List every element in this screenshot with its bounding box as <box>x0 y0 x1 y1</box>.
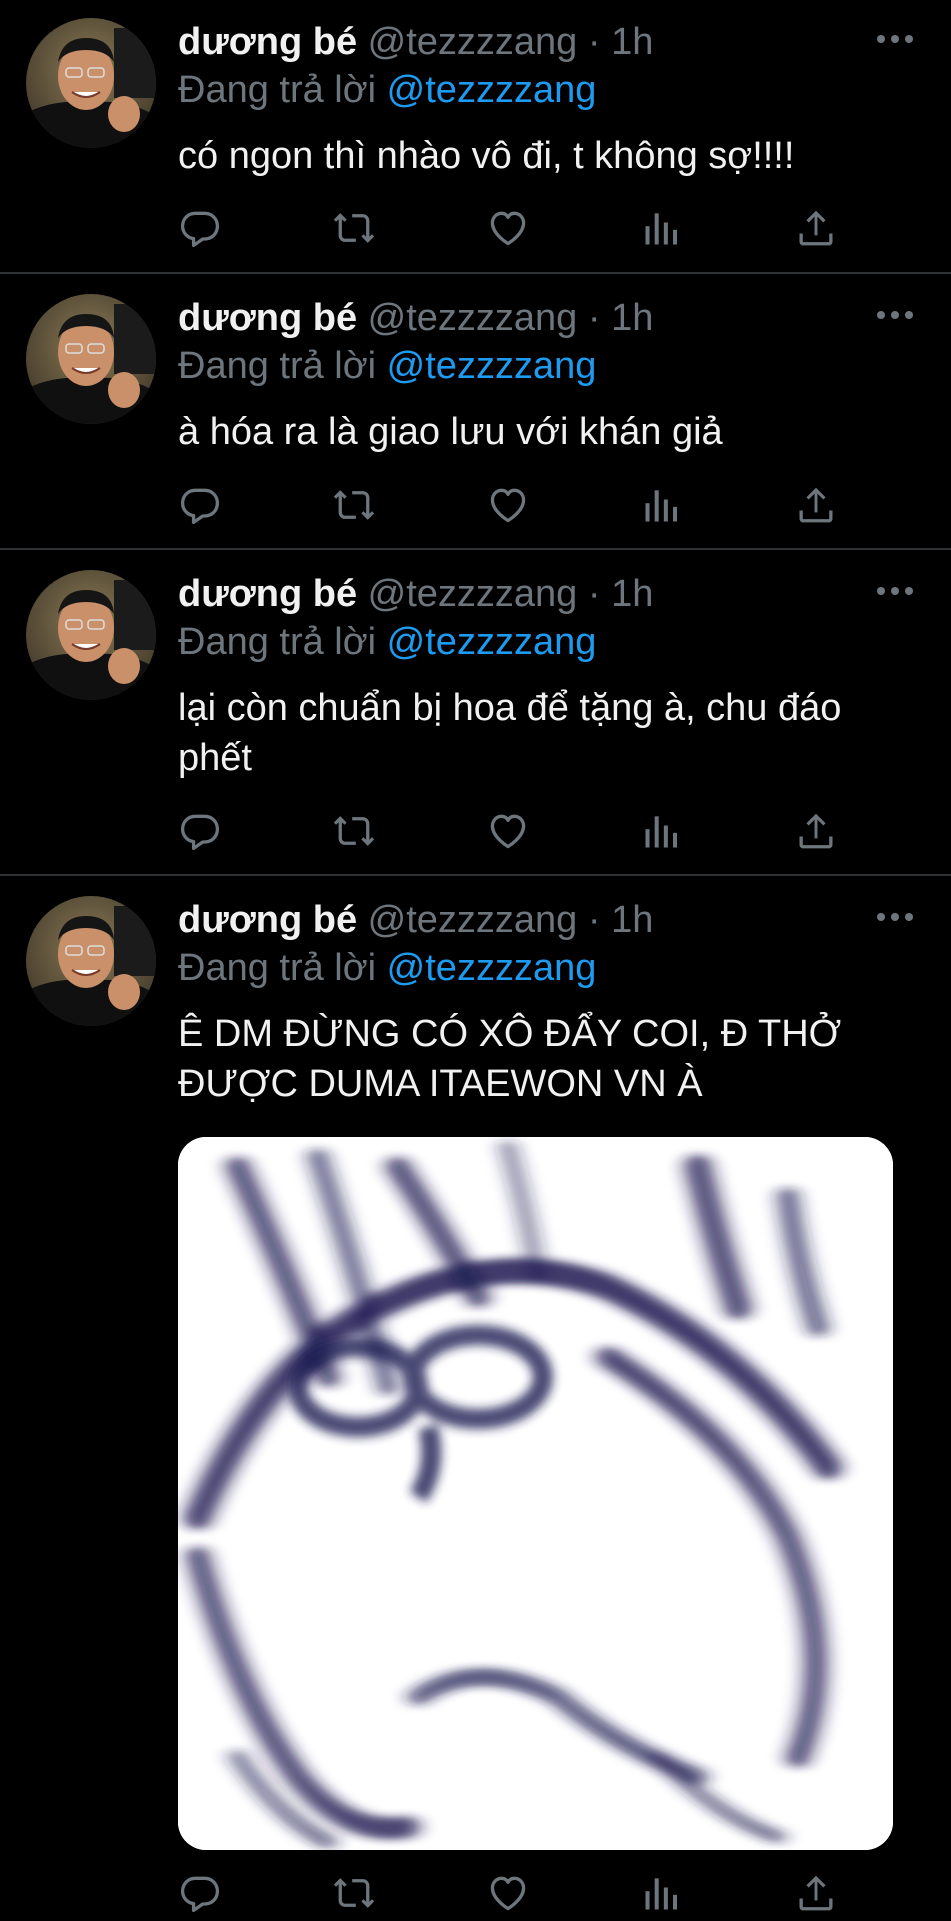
replying-label: Đang trả lời <box>178 345 387 387</box>
tweet-text-line: Ê DM ĐỪNG CÓ XÔ ĐẨY COI, Đ THỞ <box>178 1013 842 1055</box>
more-icon[interactable] <box>875 32 915 52</box>
display-name[interactable]: dương bé <box>178 297 357 339</box>
tweet[interactable]: dương bé @tezzzzang · 1h Đang trả lời @t… <box>0 876 951 1920</box>
replying-label: Đang trả lời <box>178 69 387 111</box>
tweet-text: có ngon thì nhào vô đi, t không sợ!!!! <box>178 135 795 177</box>
heart-icon[interactable] <box>486 1871 530 1915</box>
heart-icon[interactable] <box>486 809 530 853</box>
user-handle[interactable]: @tezzzzang <box>368 899 578 941</box>
replying-to: Đang trả lời @tezzzzang <box>178 342 596 390</box>
timestamp[interactable]: 1h <box>611 21 653 63</box>
more-icon[interactable] <box>875 910 915 930</box>
user-handle[interactable]: @tezzzzang <box>368 573 578 615</box>
avatar[interactable] <box>26 570 156 700</box>
retweet-icon[interactable] <box>332 206 376 250</box>
action-bar <box>178 1871 858 1921</box>
tweet-text-line: ĐƯỢC DUMA ITAEWON VN À <box>178 1063 703 1105</box>
tweet-header: dương bé @tezzzzang · 1h <box>178 294 653 342</box>
user-handle[interactable]: @tezzzzang <box>368 21 578 63</box>
analytics-icon[interactable] <box>640 809 684 853</box>
mention-link[interactable]: @tezzzzang <box>387 345 597 387</box>
mention-link[interactable]: @tezzzzang <box>387 621 597 663</box>
separator-dot: · <box>587 899 601 941</box>
avatar[interactable] <box>26 896 156 1026</box>
tweet-text: Ê DM ĐỪNG CÓ XÔ ĐẨY COI, Đ THỞ ĐƯỢC DUMA… <box>178 1009 928 1109</box>
retweet-icon[interactable] <box>332 809 376 853</box>
reply-icon[interactable] <box>178 809 222 853</box>
display-name[interactable]: dương bé <box>178 21 357 63</box>
share-icon[interactable] <box>794 206 838 250</box>
reply-icon[interactable] <box>178 206 222 250</box>
more-icon[interactable] <box>875 584 915 604</box>
analytics-icon[interactable] <box>640 483 684 527</box>
tweet[interactable]: dương bé @tezzzzang · 1h Đang trả lời @t… <box>0 274 951 550</box>
action-bar <box>178 483 858 533</box>
user-handle[interactable]: @tezzzzang <box>368 297 578 339</box>
avatar[interactable] <box>26 294 156 424</box>
display-name[interactable]: dương bé <box>178 573 357 615</box>
avatar[interactable] <box>26 18 156 148</box>
tweet[interactable]: dương bé @tezzzzang · 1h Đang trả lời @t… <box>0 550 951 876</box>
tweet-text-line: lại còn chuẩn bị hoa để tặng à, chu đáo <box>178 687 842 729</box>
mention-link[interactable]: @tezzzzang <box>387 69 597 111</box>
more-icon[interactable] <box>875 308 915 328</box>
replying-to: Đang trả lời @tezzzzang <box>178 618 596 666</box>
timestamp[interactable]: 1h <box>611 297 653 339</box>
heart-icon[interactable] <box>486 206 530 250</box>
replying-to: Đang trả lời @tezzzzang <box>178 66 596 114</box>
mention-link[interactable]: @tezzzzang <box>387 947 597 989</box>
separator-dot: · <box>587 297 601 339</box>
retweet-icon[interactable] <box>332 1871 376 1915</box>
share-icon[interactable] <box>794 483 838 527</box>
timestamp[interactable]: 1h <box>611 899 653 941</box>
retweet-icon[interactable] <box>332 483 376 527</box>
timestamp[interactable]: 1h <box>611 573 653 615</box>
reply-icon[interactable] <box>178 1871 222 1915</box>
action-bar <box>178 206 858 256</box>
tweet-text: à hóa ra là giao lưu với khán giả <box>178 411 723 453</box>
tweet-text: lại còn chuẩn bị hoa để tặng à, chu đáo … <box>178 683 928 783</box>
analytics-icon[interactable] <box>640 206 684 250</box>
tweet-media-image[interactable] <box>178 1137 893 1850</box>
replying-label: Đang trả lời <box>178 621 387 663</box>
tweet-header: dương bé @tezzzzang · 1h <box>178 896 653 944</box>
separator-dot: · <box>587 21 601 63</box>
action-bar <box>178 809 858 859</box>
tweet-header: dương bé @tezzzzang · 1h <box>178 18 653 66</box>
display-name[interactable]: dương bé <box>178 899 357 941</box>
tweet-text-line: phết <box>178 737 252 779</box>
tweet[interactable]: dương bé @tezzzzang · 1h Đang trả lời @t… <box>0 0 951 274</box>
share-icon[interactable] <box>794 1871 838 1915</box>
analytics-icon[interactable] <box>640 1871 684 1915</box>
tweet-header: dương bé @tezzzzang · 1h <box>178 570 653 618</box>
replying-label: Đang trả lời <box>178 947 387 989</box>
share-icon[interactable] <box>794 809 838 853</box>
heart-icon[interactable] <box>486 483 530 527</box>
reply-icon[interactable] <box>178 483 222 527</box>
separator-dot: · <box>587 573 601 615</box>
replying-to: Đang trả lời @tezzzzang <box>178 944 596 992</box>
